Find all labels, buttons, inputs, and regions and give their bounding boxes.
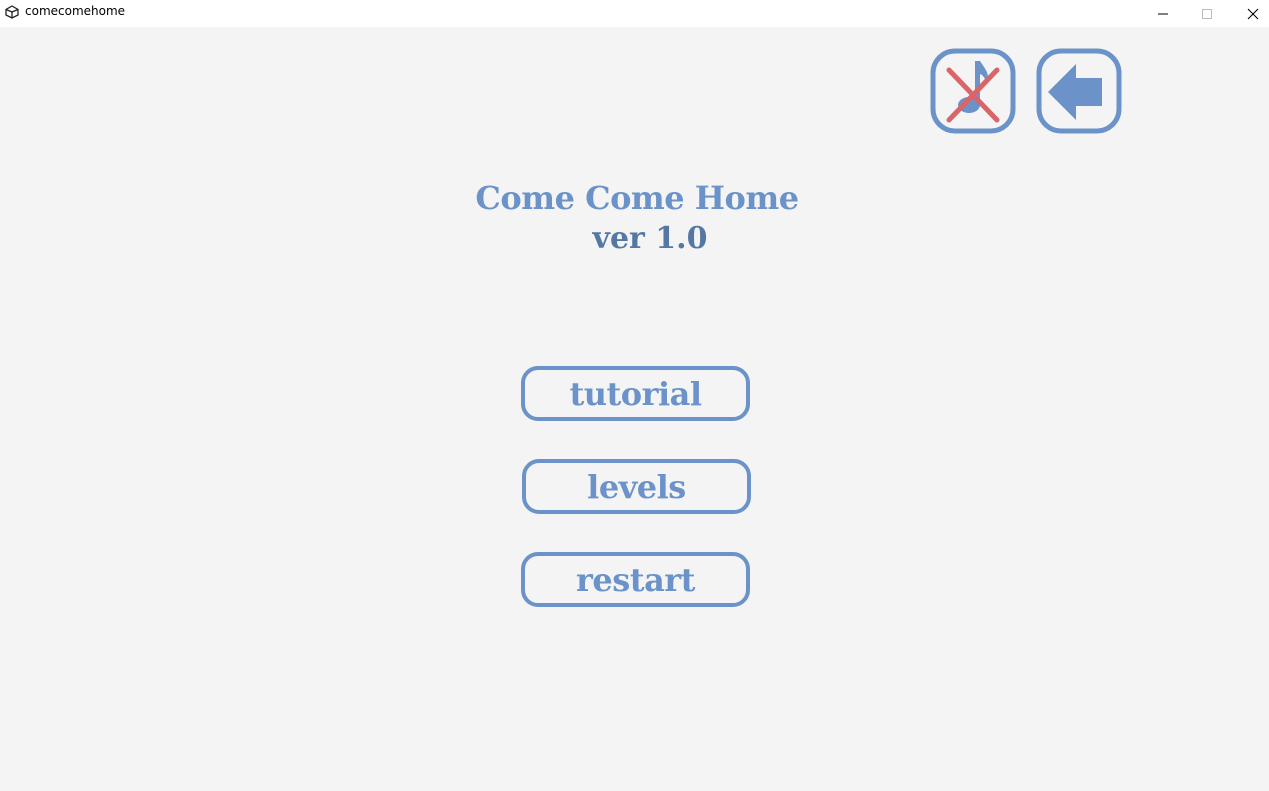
window-title: comecomehome — [25, 4, 126, 18]
minimize-icon — [1158, 13, 1168, 14]
sound-toggle-button[interactable] — [930, 48, 1016, 134]
version-label: ver 1.0 — [592, 221, 708, 256]
window-titlebar: comecomehome — [0, 0, 1269, 27]
unity-app-icon — [5, 5, 19, 19]
restart-button[interactable]: restart — [521, 552, 750, 607]
minimize-button[interactable] — [1140, 0, 1186, 27]
maximize-icon — [1202, 8, 1212, 19]
back-button[interactable] — [1036, 48, 1122, 134]
game-screen: Come Come Home ver 1.0 tutorial levels r… — [0, 27, 1269, 791]
game-title: Come Come Home — [475, 179, 799, 217]
levels-button[interactable]: levels — [522, 459, 751, 514]
close-button[interactable] — [1230, 0, 1269, 27]
maximize-button[interactable] — [1184, 0, 1230, 27]
close-icon — [1247, 8, 1259, 19]
tutorial-button[interactable]: tutorial — [521, 366, 750, 421]
